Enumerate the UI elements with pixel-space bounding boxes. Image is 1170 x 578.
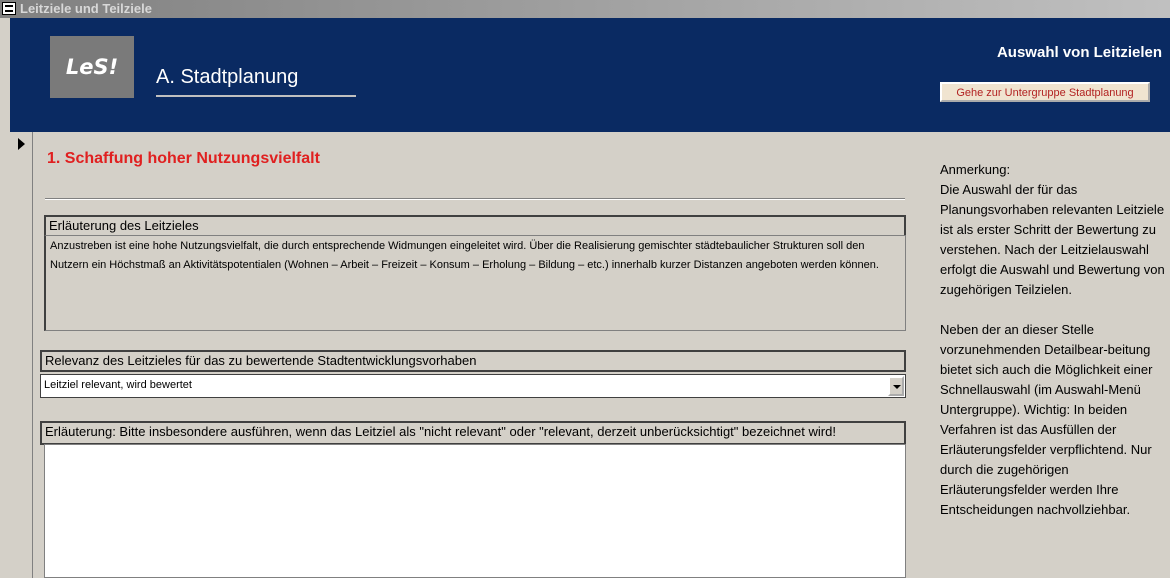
selection-title: Auswahl von Leitzielen — [996, 44, 1162, 61]
relevance-selected-value: Leitziel relevant, wird bewertet — [44, 379, 192, 391]
remark-panel: Anmerkung: Die Auswahl der für das Planu… — [940, 160, 1165, 520]
goal-title: 1. Schaffung hoher Nutzungsvielfalt — [47, 150, 320, 167]
remark-paragraph-1: Die Auswahl der für das Planungsvorhaben… — [940, 182, 1165, 297]
goto-subgroup-button[interactable]: Gehe zur Untergruppe Stadtplanung — [940, 82, 1150, 102]
comment-field[interactable] — [44, 444, 906, 578]
window-titlebar[interactable]: Leitziele und Teilziele — [0, 0, 1170, 18]
dropdown-arrow-icon[interactable] — [888, 376, 904, 396]
remark-paragraph-2: Neben der an dieser Stelle vorzunehmende… — [940, 322, 1153, 517]
relevance-select[interactable]: Leitziel relevant, wird bewertet — [40, 374, 906, 398]
current-record-arrow-icon — [18, 138, 25, 150]
comment-label: Erläuterung: Bitte insbesondere ausführe… — [40, 421, 906, 445]
window-title: Leitziele und Teilziele — [20, 1, 152, 16]
form-icon — [2, 2, 16, 15]
relevance-label: Relevanz des Leitzieles für das zu bewer… — [40, 350, 906, 372]
explanation-label: Erläuterung des Leitzieles — [44, 215, 906, 237]
record-selector[interactable] — [10, 132, 33, 578]
divider — [45, 198, 905, 200]
remark-heading: Anmerkung: — [940, 162, 1011, 177]
form-detail: 1. Schaffung hoher Nutzungsvielfalt Erlä… — [33, 132, 913, 578]
les-logo: LeS! — [50, 36, 134, 98]
section-title: A. Stadtplanung — [156, 66, 356, 97]
form-header: LeS! A. Stadtplanung Auswahl von Leitzie… — [10, 18, 1170, 132]
explanation-text[interactable]: Anzustreben ist eine hohe Nutzungsvielfa… — [44, 235, 906, 331]
